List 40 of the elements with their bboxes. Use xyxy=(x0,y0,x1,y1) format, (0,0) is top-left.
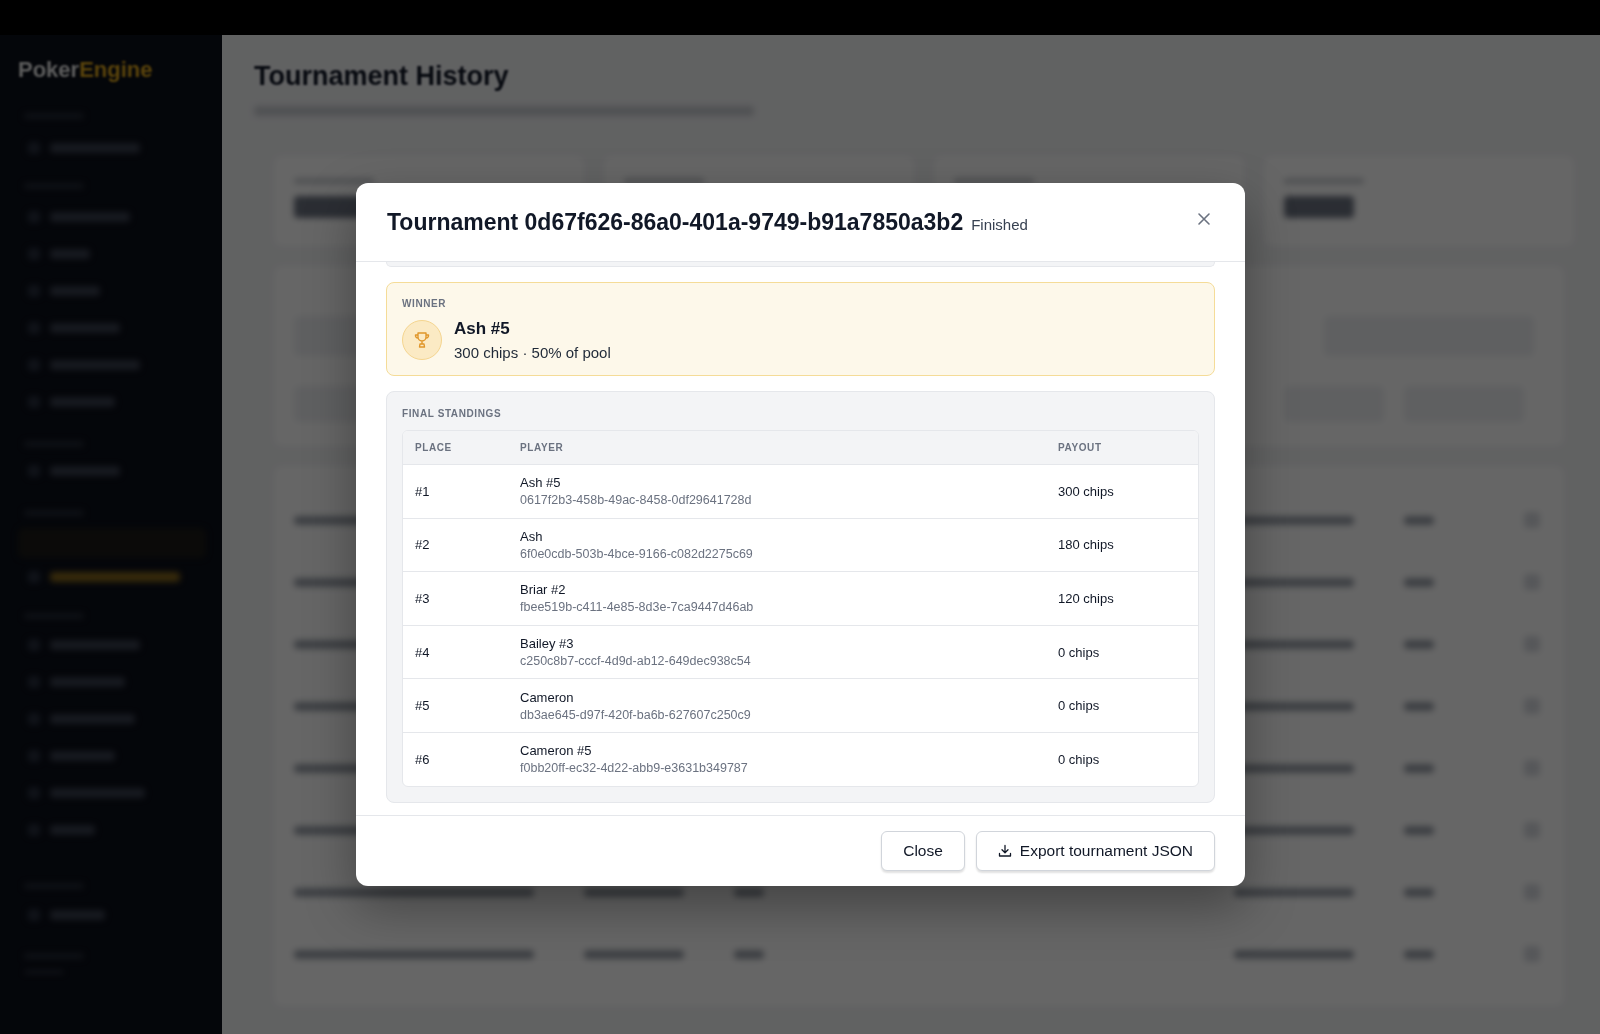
player-id: f0bb20ff-ec32-4d22-abb9-e3631b349787 xyxy=(520,761,748,776)
table-cell: #5 xyxy=(415,698,430,714)
section-label: FINAL STANDINGS xyxy=(402,408,503,419)
column-header: PLAYER xyxy=(520,442,564,453)
winner-name: Ash #5 xyxy=(454,319,511,339)
table-cell: 0 chips xyxy=(1058,751,1100,767)
table-cell: #6 xyxy=(415,751,430,767)
player-name: Briar #2 xyxy=(520,582,567,598)
table-cell: #3 xyxy=(415,591,430,606)
winner-summary: 300 chips · 50% of pool xyxy=(454,344,611,361)
export-button[interactable]: Export tournament JSON xyxy=(975,831,1215,871)
status-text: Finished xyxy=(971,215,1028,233)
table-cell: 0 chips xyxy=(1058,644,1100,660)
close-icon xyxy=(1197,212,1211,226)
player-name: Cameron xyxy=(520,689,575,705)
table-cell: #1 xyxy=(415,483,430,499)
player-name: Bailey #3 xyxy=(520,636,575,652)
player-name: Ash xyxy=(520,528,544,544)
table-cell: 180 chips xyxy=(1058,537,1114,553)
table-cell: #2 xyxy=(415,537,430,553)
table-cell: #4 xyxy=(415,644,430,660)
close-button[interactable]: Close xyxy=(881,831,965,871)
modal-title: Tournament 0d67f626-86a0-401a-9749-b91a7850a3b2 xyxy=(387,208,964,236)
player-name: Ash #5 xyxy=(520,475,562,491)
logo: PokerEngine xyxy=(18,57,153,83)
player-id: c250c8b7-cccf-4d9d-ab12-649dec938c54 xyxy=(520,654,751,669)
player-id: fbee519b-c411-4e85-8d3e-7ca9447d46ab xyxy=(520,600,754,615)
section-label: WINNER xyxy=(402,298,448,309)
player-id: db3ae645-d97f-420f-ba6b-627607c250c9 xyxy=(520,707,751,722)
page-title: Tournament History xyxy=(254,61,509,92)
trophy-icon xyxy=(412,330,432,350)
player-name: Cameron #5 xyxy=(520,743,593,759)
table-cell: 300 chips xyxy=(1058,483,1114,499)
player-id: 0617f2b3-458b-49ac-8458-0df29641728d xyxy=(520,493,752,508)
download-icon xyxy=(997,844,1012,858)
column-header: PLACE xyxy=(415,442,452,453)
table-cell: 0 chips xyxy=(1058,698,1100,714)
table-cell: 120 chips xyxy=(1058,591,1114,606)
player-id: 6f0e0cdb-503b-4bce-9166-c082d2275c69 xyxy=(520,546,753,561)
column-header: PAYOUT xyxy=(1058,442,1102,453)
